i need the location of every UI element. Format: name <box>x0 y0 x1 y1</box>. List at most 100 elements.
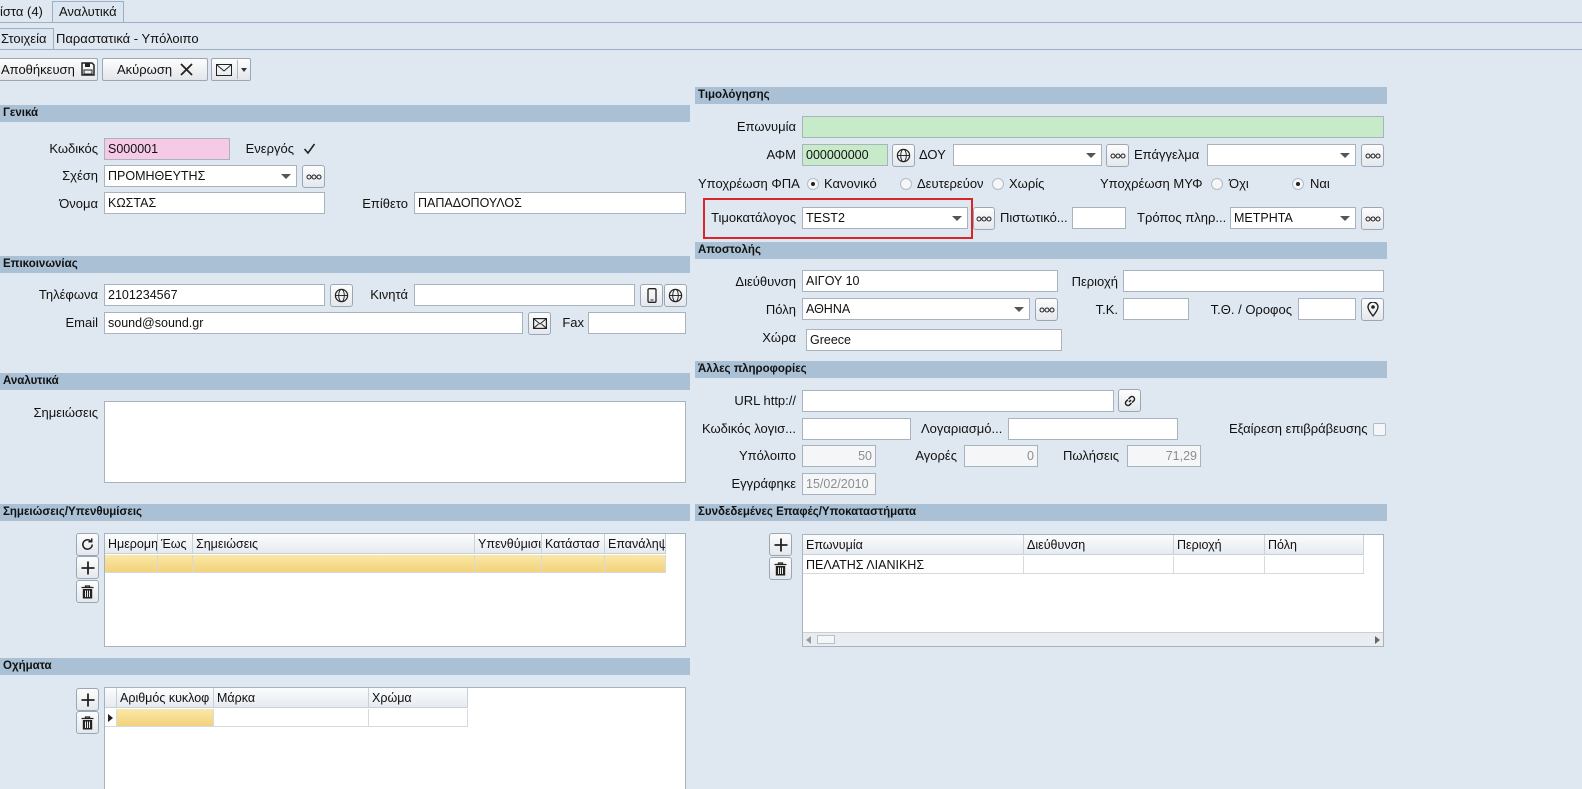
vehicles-add-button[interactable] <box>76 688 99 711</box>
vat-secondary-label: Δευτερεύον <box>917 176 984 191</box>
company-input[interactable] <box>802 116 1384 138</box>
notes-label: Σημειώσεις <box>33 405 98 420</box>
area-input[interactable] <box>1123 270 1384 292</box>
tab-list[interactable]: ίστα (4) <box>0 2 49 22</box>
url-input[interactable] <box>802 390 1114 412</box>
registered-value: 15/02/2010 <box>802 473 876 495</box>
globe-icon <box>668 288 683 303</box>
reminders-refresh-button[interactable] <box>76 533 99 556</box>
vat-lookup-button[interactable] <box>892 144 915 167</box>
scroll-thumb[interactable] <box>817 635 835 644</box>
vat-input[interactable]: 000000000 <box>802 144 888 166</box>
linked-delete-button[interactable] <box>769 557 792 580</box>
linked-col-area[interactable]: Περιοχή <box>1174 535 1265 555</box>
city-select[interactable]: ΑΘΗΝΑ <box>802 298 1030 320</box>
linked-col-city[interactable]: Πόλη <box>1265 535 1364 555</box>
trash-icon <box>81 584 94 598</box>
more-dots-icon <box>1365 216 1380 221</box>
pricelist-more-button[interactable] <box>973 207 995 230</box>
profession-more-button[interactable] <box>1361 144 1384 167</box>
vat-none-radio[interactable] <box>992 178 1004 190</box>
tab-detail[interactable]: Αναλυτικά <box>52 1 124 23</box>
email-label: Email <box>65 315 98 330</box>
relation-select[interactable]: ΠΡΟΜΗΘΕΥΤΗΣ <box>104 165 297 187</box>
exempt-label: Εξαίρεση επιβράβευσης <box>1229 421 1368 436</box>
linked-add-button[interactable] <box>769 533 792 556</box>
billing-header: Τιμολόγησης <box>695 87 1387 104</box>
open-url-button[interactable] <box>1118 389 1141 412</box>
map-location-button[interactable] <box>1361 298 1384 321</box>
relation-more-button[interactable] <box>302 165 325 188</box>
email-input[interactable]: sound@sound.gr <box>104 312 523 334</box>
pricelist-select[interactable]: TEST2 <box>802 207 968 229</box>
name-input[interactable]: ΚΩΣΤΑΣ <box>104 192 325 214</box>
chevron-down-icon <box>1014 307 1024 312</box>
send-email-button[interactable] <box>528 312 551 335</box>
active-checkbox-check-icon[interactable] <box>303 143 316 155</box>
table-row[interactable] <box>117 709 214 727</box>
code-input[interactable]: S000001 <box>104 138 230 160</box>
reminders-col-date[interactable]: Ημερομη <box>105 534 158 554</box>
notes-textarea[interactable] <box>104 401 686 483</box>
reminders-col-until[interactable]: Έως <box>158 534 193 554</box>
surname-input[interactable]: ΠΑΠΑΔΟΠΟΥΛΟΣ <box>414 192 686 214</box>
vehicles-col-brand[interactable]: Μάρκα <box>214 688 369 708</box>
mobile-globe-button[interactable] <box>664 284 687 307</box>
table-row[interactable]: ΠΕΛΑΤΗΣ ΛΙΑΝΙΚΗΣ <box>803 556 1024 574</box>
fax-input[interactable] <box>588 312 686 334</box>
table-row[interactable] <box>105 555 158 573</box>
linked-grid[interactable]: Επωνυμία Διεύθυνση Περιοχή Πόλη ΠΕΛΑΤΗΣ … <box>802 534 1384 647</box>
email-menu-button[interactable] <box>211 58 251 81</box>
purchases-value: 0 <box>964 445 1038 467</box>
chevron-down-icon <box>241 68 247 72</box>
registered-label: Εγγράφηκε <box>731 476 796 491</box>
tax-office-select[interactable] <box>953 144 1102 166</box>
save-button[interactable]: Αποθήκευση <box>0 58 98 81</box>
vehicles-grid[interactable]: Αριθμός κυκλοφ Μάρκα Χρώμα <box>104 687 686 789</box>
reminders-col-notes[interactable]: Σημειώσεις <box>193 534 475 554</box>
myf-yes-radio[interactable] <box>1292 178 1304 190</box>
country-label: Χώρα <box>762 330 796 345</box>
mobile-phone-button[interactable] <box>640 284 663 307</box>
url-label: URL http:// <box>734 393 796 408</box>
linked-col-address[interactable]: Διεύθυνση <box>1024 535 1174 555</box>
country-input[interactable]: Greece <box>806 329 1062 351</box>
address-input[interactable]: ΑΙΓΟΥ 10 <box>802 270 1058 292</box>
company-label: Επωνυμία <box>736 119 796 134</box>
profession-select[interactable] <box>1207 144 1356 166</box>
vehicles-delete-button[interactable] <box>76 711 99 734</box>
trash-icon <box>81 715 94 729</box>
reminders-add-button[interactable] <box>76 556 99 579</box>
linked-col-company[interactable]: Επωνυμία <box>803 535 1024 555</box>
zip-input[interactable] <box>1123 298 1189 320</box>
horizontal-scrollbar[interactable] <box>803 632 1383 646</box>
reminders-grid[interactable]: Ημερομη Έως Σημειώσεις Υπενθύμισι Κατάστ… <box>104 533 686 647</box>
phone-input[interactable]: 2101234567 <box>104 284 325 306</box>
myf-no-radio[interactable] <box>1211 178 1223 190</box>
credit-input[interactable] <box>1072 207 1126 229</box>
reminders-delete-button[interactable] <box>76 580 99 603</box>
fax-label: Fax <box>562 315 584 330</box>
reminders-col-repeat[interactable]: Επανάληψ <box>605 534 666 554</box>
exempt-checkbox[interactable] <box>1373 423 1386 436</box>
vehicles-col-color[interactable]: Χρώμα <box>369 688 468 708</box>
tax-office-label: ΔΟΥ <box>919 147 946 162</box>
payment-select[interactable]: ΜΕΤΡΗΤΑ <box>1230 207 1356 229</box>
subtab-info[interactable]: Στοιχεία <box>0 28 54 50</box>
payment-more-button[interactable] <box>1361 207 1384 230</box>
city-more-button[interactable] <box>1035 298 1058 321</box>
vat-secondary-radio[interactable] <box>900 178 912 190</box>
account-input[interactable] <box>1008 418 1178 440</box>
vehicles-col-plate[interactable]: Αριθμός κυκλοφ <box>117 688 214 708</box>
mobile-input[interactable] <box>414 284 635 306</box>
vat-normal-radio[interactable] <box>807 178 819 190</box>
subtab-docs[interactable]: Παραστατικά - Υπόλοιπο <box>50 29 205 49</box>
cancel-button[interactable]: Ακύρωση <box>102 58 208 81</box>
reminders-col-reminder[interactable]: Υπενθύμισι <box>475 534 542 554</box>
acc-code-input[interactable] <box>802 418 911 440</box>
tax-office-more-button[interactable] <box>1106 144 1129 167</box>
account-label: Λογαριασμό... <box>921 421 1003 436</box>
pobox-input[interactable] <box>1298 298 1356 320</box>
reminders-col-status[interactable]: Κατάστασ <box>542 534 605 554</box>
chevron-down-icon <box>952 216 962 221</box>
